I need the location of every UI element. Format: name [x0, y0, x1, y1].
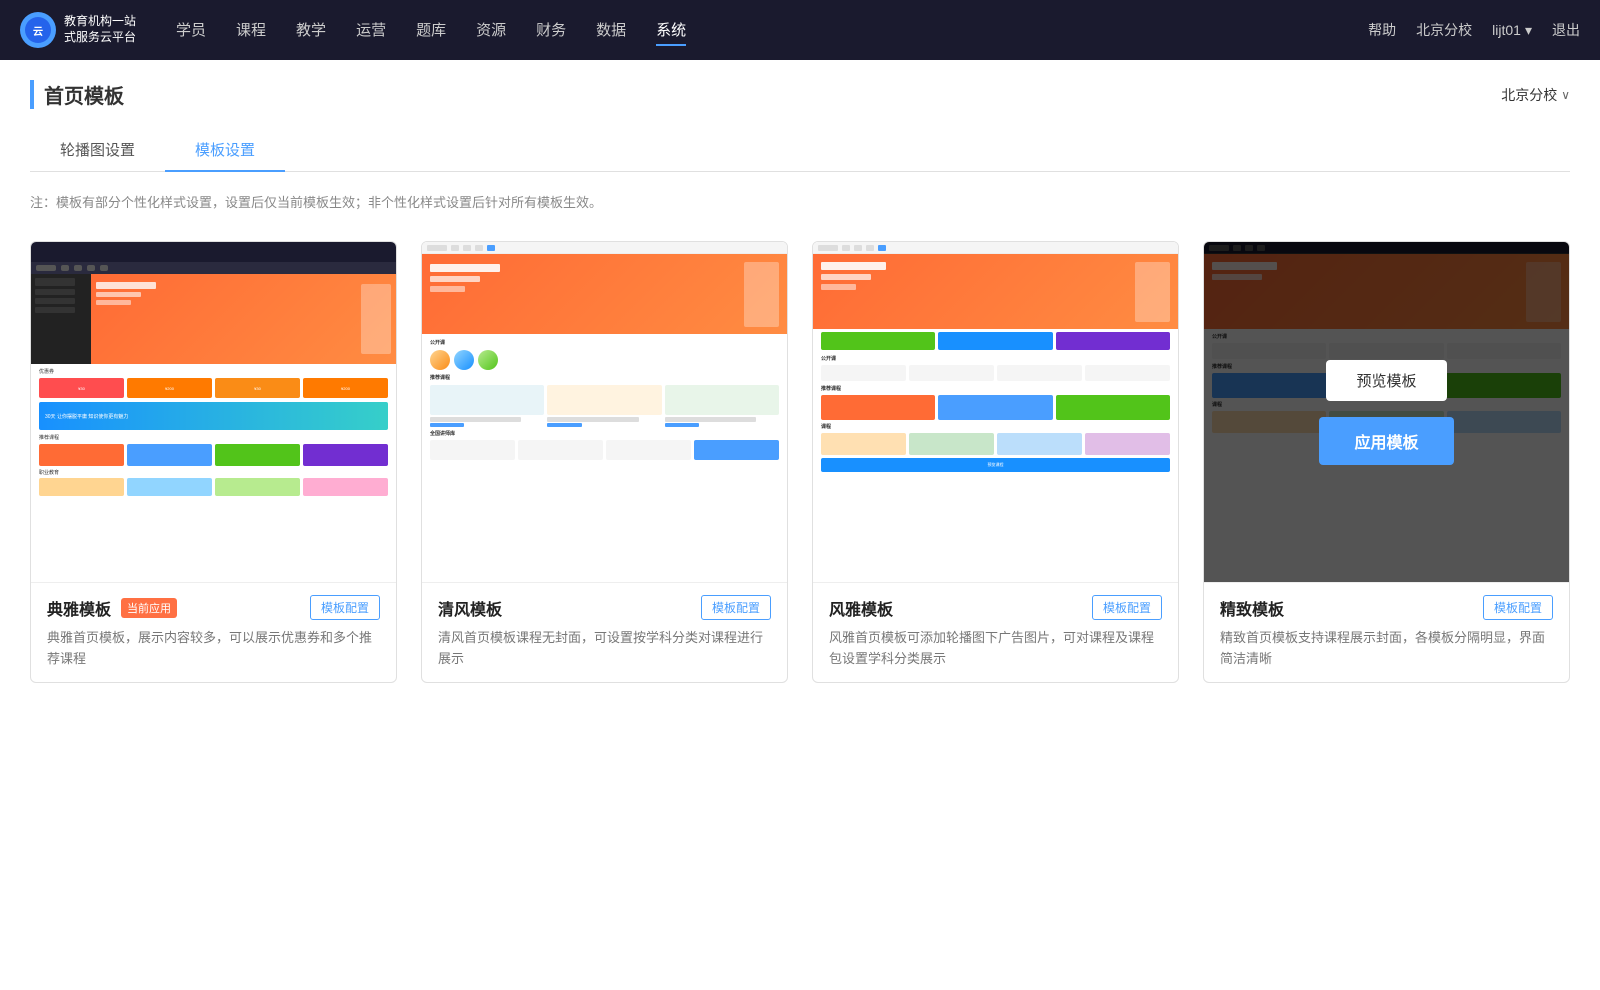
nav-item-data[interactable]: 数据	[596, 15, 626, 46]
nav-item-resources[interactable]: 资源	[476, 15, 506, 46]
nav-item-operations[interactable]: 运营	[356, 15, 386, 46]
main-content: 首页模板 北京分校 ∨ 轮播图设置 模板设置 注：模板有部分个性化样式设置，设置…	[0, 60, 1600, 990]
nav-item-teaching[interactable]: 教学	[296, 15, 326, 46]
page-header: 首页模板 北京分校 ∨	[30, 80, 1570, 109]
template-desc-3: 风雅首页模板可添加轮播图下广告图片，可对课程及课程包设置学科分类展示	[829, 628, 1162, 670]
nav-item-students[interactable]: 学员	[176, 15, 206, 46]
nav-help[interactable]: 帮助	[1368, 20, 1396, 40]
tabs: 轮播图设置 模板设置	[30, 129, 1570, 172]
config-button-2[interactable]: 模板配置	[701, 595, 771, 620]
school-selector[interactable]: 北京分校 ∨	[1501, 85, 1570, 105]
nav-bar: 云 教育机构一站 式服务云平台 学员 课程 教学 运营 题库 资源 财务 数据 …	[0, 0, 1600, 60]
template-card-3: 公开课 推荐课程 课程	[812, 241, 1179, 683]
apply-button-4[interactable]: 应用模板	[1319, 417, 1453, 465]
nav-logout[interactable]: 退出	[1552, 20, 1580, 40]
template-name-2: 清风模板	[438, 596, 502, 620]
template-desc-1: 典雅首页模板，展示内容较多，可以展示优惠券和多个推荐课程	[47, 628, 380, 670]
template-preview-1: 优惠券 ¥30 ¥200 ¥30 ¥200 30天 让你摆脱平庸 知识使你更有魅…	[31, 242, 396, 582]
template-preview-3: 公开课 推荐课程 课程	[813, 242, 1178, 582]
config-button-3[interactable]: 模板配置	[1092, 595, 1162, 620]
template-card-1: 优惠券 ¥30 ¥200 ¥30 ¥200 30天 让你摆脱平庸 知识使你更有魅…	[30, 241, 397, 683]
template-name-3: 风雅模板	[829, 596, 893, 620]
school-selector-label: 北京分校	[1501, 85, 1557, 105]
svg-text:云: 云	[33, 26, 43, 38]
template-footer-3: 风雅模板 模板配置 风雅首页模板可添加轮播图下广告图片，可对课程及课程包设置学科…	[813, 582, 1178, 682]
current-badge-1: 当前应用	[121, 598, 177, 618]
user-dropdown-icon: ▾	[1525, 22, 1532, 39]
template-name-row-4: 精致模板 模板配置	[1220, 595, 1553, 620]
template-name-row-1: 典雅模板 当前应用 模板配置	[47, 595, 380, 620]
templates-grid: 优惠券 ¥30 ¥200 ¥30 ¥200 30天 让你摆脱平庸 知识使你更有魅…	[30, 241, 1570, 683]
chevron-down-icon: ∨	[1561, 88, 1570, 102]
template-footer-2: 清风模板 模板配置 清风首页模板课程无封面，可设置按学科分类对课程进行展示	[422, 582, 787, 682]
page-title: 首页模板	[30, 80, 124, 109]
template-preview-4: 公开课 推荐课程 课程	[1204, 242, 1569, 582]
tab-carousel[interactable]: 轮播图设置	[30, 129, 165, 172]
template-desc-4: 精致首页模板支持课程展示封面，各模板分隔明显，界面简洁清晰	[1220, 628, 1553, 670]
template-name-1: 典雅模板	[47, 596, 111, 620]
note-text: 注：模板有部分个性化样式设置，设置后仅当前模板生效；非个性化样式设置后针对所有模…	[30, 192, 1570, 211]
nav-menu: 学员 课程 教学 运营 题库 资源 财务 数据 系统	[176, 15, 1368, 46]
logo-icon: 云	[20, 12, 56, 48]
template-footer-1: 典雅模板 当前应用 模板配置 典雅首页模板，展示内容较多，可以展示优惠券和多个推…	[31, 582, 396, 682]
nav-item-finance[interactable]: 财务	[536, 15, 566, 46]
preview-button-4[interactable]: 预览模板	[1326, 360, 1446, 401]
template-card-2: 公开课 推荐课程	[421, 241, 788, 683]
logo: 云 教育机构一站 式服务云平台	[20, 12, 136, 48]
template-name-row-2: 清风模板 模板配置	[438, 595, 771, 620]
config-button-4[interactable]: 模板配置	[1483, 595, 1553, 620]
template-card-4: 公开课 推荐课程 课程	[1203, 241, 1570, 683]
nav-right: 帮助 北京分校 lijt01 ▾ 退出	[1368, 20, 1580, 40]
config-button-1[interactable]: 模板配置	[310, 595, 380, 620]
template-preview-2: 公开课 推荐课程	[422, 242, 787, 582]
template-footer-4: 精致模板 模板配置 精致首页模板支持课程展示封面，各模板分隔明显，界面简洁清晰	[1204, 582, 1569, 682]
nav-item-courses[interactable]: 课程	[236, 15, 266, 46]
nav-item-questions[interactable]: 题库	[416, 15, 446, 46]
template-name-4: 精致模板	[1220, 596, 1284, 620]
logo-text: 教育机构一站 式服务云平台	[64, 14, 136, 45]
template-desc-2: 清风首页模板课程无封面，可设置按学科分类对课程进行展示	[438, 628, 771, 670]
tab-template[interactable]: 模板设置	[165, 129, 285, 172]
nav-item-system[interactable]: 系统	[656, 15, 686, 46]
nav-school[interactable]: 北京分校	[1416, 20, 1472, 40]
nav-user[interactable]: lijt01 ▾	[1492, 22, 1532, 39]
template-name-row-3: 风雅模板 模板配置	[829, 595, 1162, 620]
template-overlay-4: 预览模板 应用模板	[1204, 242, 1569, 582]
